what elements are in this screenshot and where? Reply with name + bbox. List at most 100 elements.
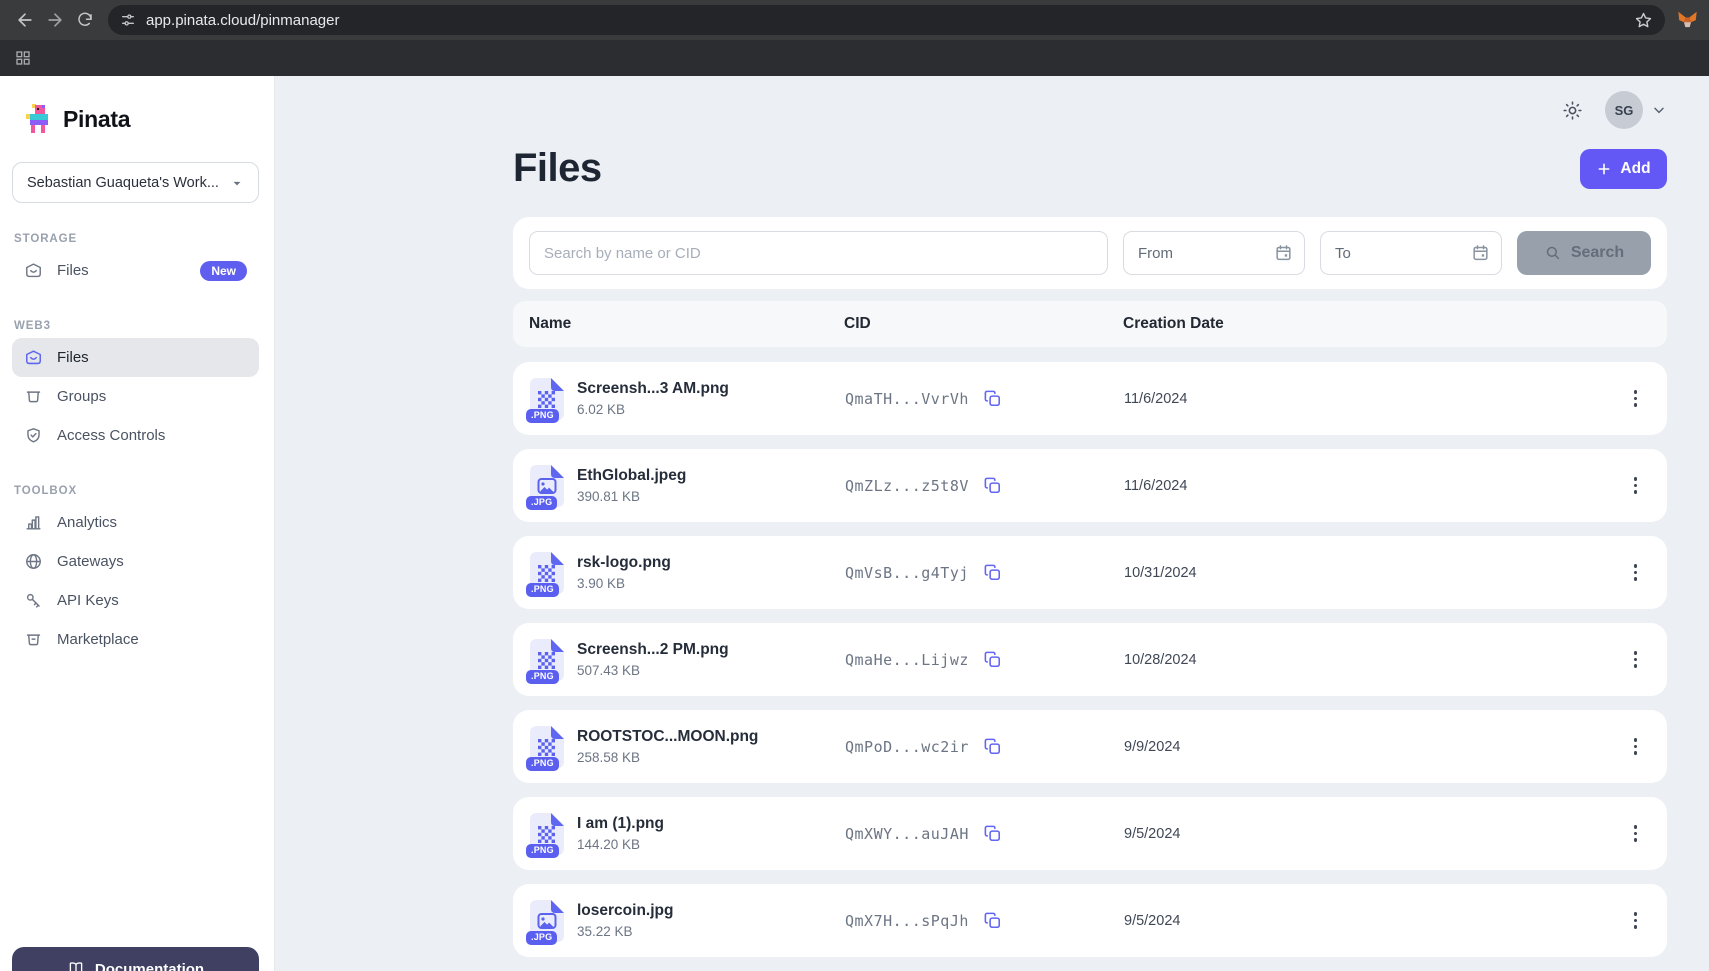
- workspace-selector[interactable]: Sebastian Guaqueta's Work...: [12, 162, 259, 203]
- forward-button[interactable]: [40, 5, 70, 35]
- row-menu-button[interactable]: [1628, 384, 1644, 413]
- copy-cid-button[interactable]: [981, 822, 1004, 845]
- metamask-extension-icon[interactable]: [1675, 8, 1699, 32]
- row-menu-button[interactable]: [1628, 819, 1644, 848]
- search-button-label: Search: [1571, 244, 1624, 262]
- sidebar-item-gateways[interactable]: Gateways: [12, 542, 259, 581]
- file-type-icon: .PNG: [530, 378, 564, 420]
- column-header-name: Name: [529, 315, 844, 333]
- sidebar-item-access-controls[interactable]: Access Controls: [12, 416, 259, 455]
- file-ext-badge: .PNG: [526, 844, 559, 858]
- file-cid-cell: QmZLz...z5t8V: [845, 474, 1110, 497]
- copy-icon: [983, 911, 1002, 930]
- reload-button[interactable]: [70, 5, 100, 35]
- back-button[interactable]: [10, 5, 40, 35]
- browser-chrome: app.pinata.cloud/pinmanager: [0, 0, 1709, 76]
- row-menu-button[interactable]: [1628, 471, 1644, 500]
- sidebar-item-storage-files[interactable]: Files New: [12, 251, 259, 290]
- sidebar-item-groups[interactable]: Groups: [12, 377, 259, 416]
- sidebar-item-label: Groups: [57, 388, 247, 405]
- date-to-field: [1320, 231, 1502, 275]
- column-header-cid: CID: [844, 315, 1109, 333]
- row-menu-button[interactable]: [1628, 906, 1644, 935]
- file-date: 10/31/2024: [1110, 565, 1607, 581]
- file-ext-badge: .JPG: [526, 496, 557, 510]
- copy-icon: [983, 824, 1002, 843]
- bar-chart-icon: [24, 513, 43, 532]
- sidebar-item-web3-files[interactable]: Files: [12, 338, 259, 377]
- file-size: 6.02 KB: [577, 402, 729, 417]
- theme-toggle-button[interactable]: [1555, 93, 1589, 127]
- filter-card: Search: [513, 217, 1667, 289]
- grid-icon: [15, 50, 31, 66]
- file-name-cell: .PNG Screensh...3 AM.png 6.02 KB: [530, 378, 845, 420]
- table-row[interactable]: .JPG losercoin.jpg 35.22 KB QmX7H...sPqJ…: [513, 884, 1667, 957]
- search-input[interactable]: [529, 231, 1108, 275]
- pinata-logo[interactable]: Pinata: [12, 104, 259, 135]
- add-button[interactable]: Add: [1580, 149, 1667, 189]
- search-button[interactable]: Search: [1517, 231, 1651, 275]
- bookmark-star-icon[interactable]: [1634, 11, 1653, 30]
- brand-name: Pinata: [63, 106, 130, 133]
- url-bar[interactable]: app.pinata.cloud/pinmanager: [108, 5, 1665, 35]
- date-from-input[interactable]: [1123, 231, 1305, 275]
- file-name-lines: EthGlobal.jpeg 390.81 KB: [577, 467, 686, 504]
- user-avatar[interactable]: SG: [1605, 91, 1643, 129]
- copy-cid-button[interactable]: [981, 648, 1004, 671]
- row-menu-button[interactable]: [1628, 558, 1644, 587]
- copy-icon: [983, 389, 1002, 408]
- site-settings-icon: [120, 12, 136, 28]
- copy-cid-button[interactable]: [981, 387, 1004, 410]
- file-cid-cell: QmaHe...Lijwz: [845, 648, 1110, 671]
- file-ext-badge: .PNG: [526, 409, 559, 423]
- apps-grid-button[interactable]: [10, 45, 36, 71]
- section-label-web3: WEB3: [14, 320, 259, 332]
- file-type-icon: .JPG: [530, 465, 564, 507]
- file-name-lines: Screensh...3 AM.png 6.02 KB: [577, 380, 729, 417]
- table-row[interactable]: .JPG EthGlobal.jpeg 390.81 KB QmZLz...z5…: [513, 449, 1667, 522]
- file-date: 10/28/2024: [1110, 652, 1607, 668]
- copy-cid-button[interactable]: [981, 474, 1004, 497]
- file-cid-cell: QmXWY...auJAH: [845, 822, 1110, 845]
- file-cid: QmXWY...auJAH: [845, 825, 969, 843]
- reload-icon: [76, 11, 94, 29]
- copy-icon: [983, 737, 1002, 756]
- sidebar-item-label: Files: [57, 262, 186, 279]
- search-icon: [1544, 244, 1562, 262]
- row-menu-button[interactable]: [1628, 732, 1644, 761]
- table-row[interactable]: .PNG I am (1).png 144.20 KB QmXWY...auJA…: [513, 797, 1667, 870]
- add-button-label: Add: [1620, 160, 1650, 178]
- sidebar-item-analytics[interactable]: Analytics: [12, 503, 259, 542]
- table-row[interactable]: .PNG ROOTSTOC...MOON.png 258.58 KB QmPoD…: [513, 710, 1667, 783]
- table-header: Name CID Creation Date: [513, 301, 1667, 347]
- table-row[interactable]: .PNG Screensh...2 PM.png 507.43 KB QmaHe…: [513, 623, 1667, 696]
- file-cid-cell: QmVsB...g4Tyj: [845, 561, 1110, 584]
- shield-check-icon: [24, 426, 43, 445]
- sidebar-item-api-keys[interactable]: API Keys: [12, 581, 259, 620]
- copy-cid-button[interactable]: [981, 735, 1004, 758]
- file-name: Screensh...3 AM.png: [577, 380, 729, 398]
- url-text: app.pinata.cloud/pinmanager: [146, 12, 339, 29]
- file-date: 9/5/2024: [1110, 913, 1607, 929]
- file-size: 144.20 KB: [577, 837, 664, 852]
- row-menu-button[interactable]: [1628, 645, 1644, 674]
- file-name-cell: .JPG EthGlobal.jpeg 390.81 KB: [530, 465, 845, 507]
- column-header-creation-date: Creation Date: [1109, 315, 1643, 333]
- table-row[interactable]: .PNG rsk-logo.png 3.90 KB QmVsB...g4Tyj …: [513, 536, 1667, 609]
- account-menu-button[interactable]: [1651, 102, 1667, 118]
- bookmarks-bar: [0, 40, 1709, 76]
- chevron-down-icon: [1651, 102, 1667, 118]
- file-cid-cell: QmPoD...wc2ir: [845, 735, 1110, 758]
- file-size: 3.90 KB: [577, 576, 671, 591]
- copy-cid-button[interactable]: [981, 561, 1004, 584]
- sidebar-item-marketplace[interactable]: Marketplace: [12, 620, 259, 659]
- forward-arrow-icon: [45, 10, 65, 30]
- file-size: 35.22 KB: [577, 924, 673, 939]
- file-date: 11/6/2024: [1110, 391, 1607, 407]
- marketplace-icon: [24, 630, 43, 649]
- date-to-input[interactable]: [1320, 231, 1502, 275]
- copy-cid-button[interactable]: [981, 909, 1004, 932]
- documentation-button[interactable]: Documentation: [12, 947, 259, 971]
- table-row[interactable]: .PNG Screensh...3 AM.png 6.02 KB QmaTH..…: [513, 362, 1667, 435]
- file-name-cell: .PNG rsk-logo.png 3.90 KB: [530, 552, 845, 594]
